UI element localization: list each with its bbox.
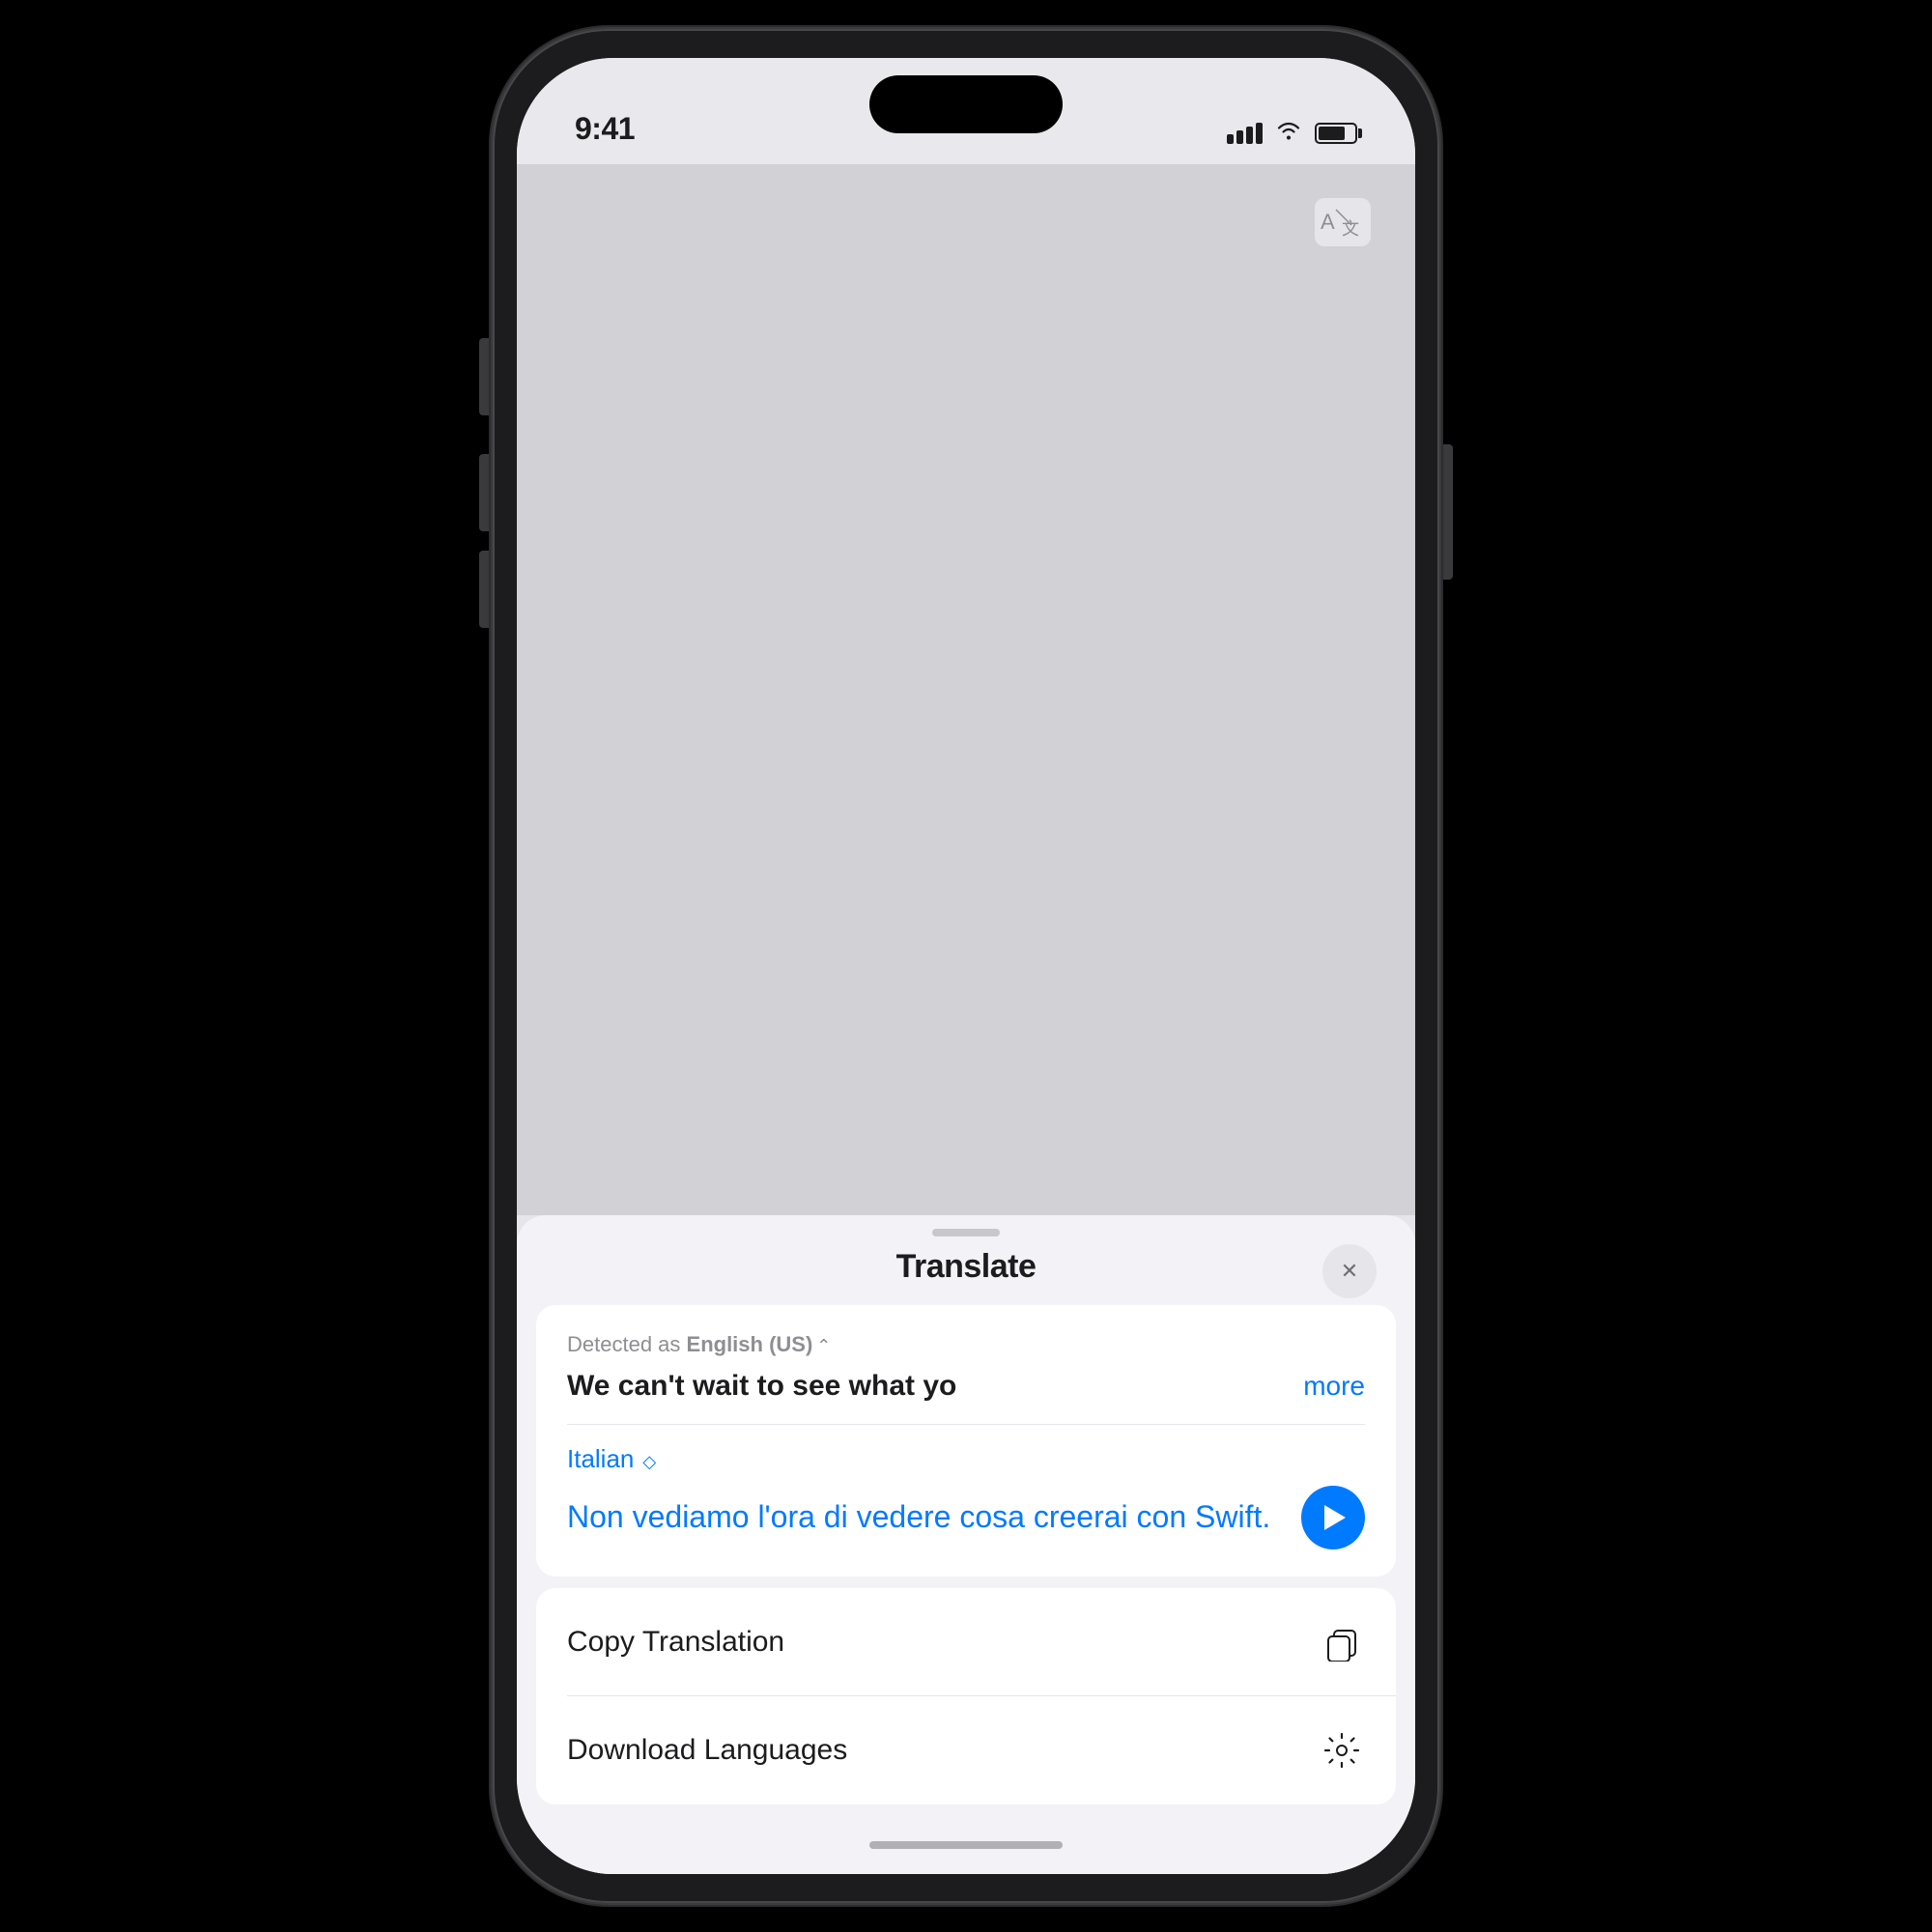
settings-icon xyxy=(1319,1727,1365,1774)
play-icon xyxy=(1324,1505,1346,1530)
copy-translation-label: Copy Translation xyxy=(567,1626,784,1659)
detected-lang-value: English (US) xyxy=(687,1332,813,1356)
bottom-sheet: Translate ✕ Detected as English (US) ⌃ W… xyxy=(517,1215,1415,1874)
main-content: A 文 xyxy=(517,164,1415,1215)
copy-translation-row[interactable]: Copy Translation xyxy=(536,1588,1396,1696)
wifi-icon xyxy=(1276,120,1301,147)
copy-icon xyxy=(1319,1619,1365,1665)
target-lang-row: Italian ◇ xyxy=(567,1444,1365,1474)
svg-text:A: A xyxy=(1321,210,1335,234)
detected-language-label[interactable]: Detected as English (US) ⌃ xyxy=(567,1332,1365,1357)
target-lang-chevron: ◇ xyxy=(638,1452,656,1471)
home-indicator xyxy=(869,1841,1063,1849)
sheet-handle-container xyxy=(517,1215,1415,1244)
phone-screen: 9:41 xyxy=(517,58,1415,1874)
dynamic-island xyxy=(869,75,1063,133)
status-icons xyxy=(1227,120,1357,147)
action-list: Copy Translation Download Languages xyxy=(536,1588,1396,1804)
status-bar: 9:41 xyxy=(517,58,1415,164)
divider xyxy=(567,1424,1365,1425)
translation-card: Detected as English (US) ⌃ We can't wait… xyxy=(536,1305,1396,1577)
phone-device: 9:41 xyxy=(493,29,1439,1903)
translated-text: Non vediamo l'ora di vedere cosa creerai… xyxy=(567,1496,1282,1538)
translation-row: Non vediamo l'ora di vedere cosa creerai… xyxy=(567,1486,1365,1549)
home-indicator-area xyxy=(517,1816,1415,1874)
battery-icon xyxy=(1315,123,1357,144)
close-icon: ✕ xyxy=(1341,1261,1358,1282)
status-time: 9:41 xyxy=(575,111,635,147)
sheet-title: Translate xyxy=(896,1248,1037,1286)
translate-app-icon[interactable]: A 文 xyxy=(1309,193,1377,251)
source-text: We can't wait to see what yo xyxy=(567,1367,1292,1405)
lang-selector-chevron: ⌃ xyxy=(816,1336,831,1356)
signal-icon xyxy=(1227,123,1263,144)
source-text-row: We can't wait to see what yo more xyxy=(567,1367,1365,1405)
sheet-handle xyxy=(932,1229,1000,1236)
detected-prefix: Detected as xyxy=(567,1332,687,1356)
download-languages-row[interactable]: Download Languages xyxy=(536,1696,1396,1804)
target-language-selector[interactable]: Italian ◇ xyxy=(567,1444,656,1473)
more-link[interactable]: more xyxy=(1303,1371,1365,1402)
close-button[interactable]: ✕ xyxy=(1322,1244,1377,1298)
download-languages-label: Download Languages xyxy=(567,1734,847,1767)
svg-text:文: 文 xyxy=(1342,219,1359,239)
play-button[interactable] xyxy=(1301,1486,1365,1549)
sheet-header: Translate ✕ xyxy=(517,1244,1415,1305)
